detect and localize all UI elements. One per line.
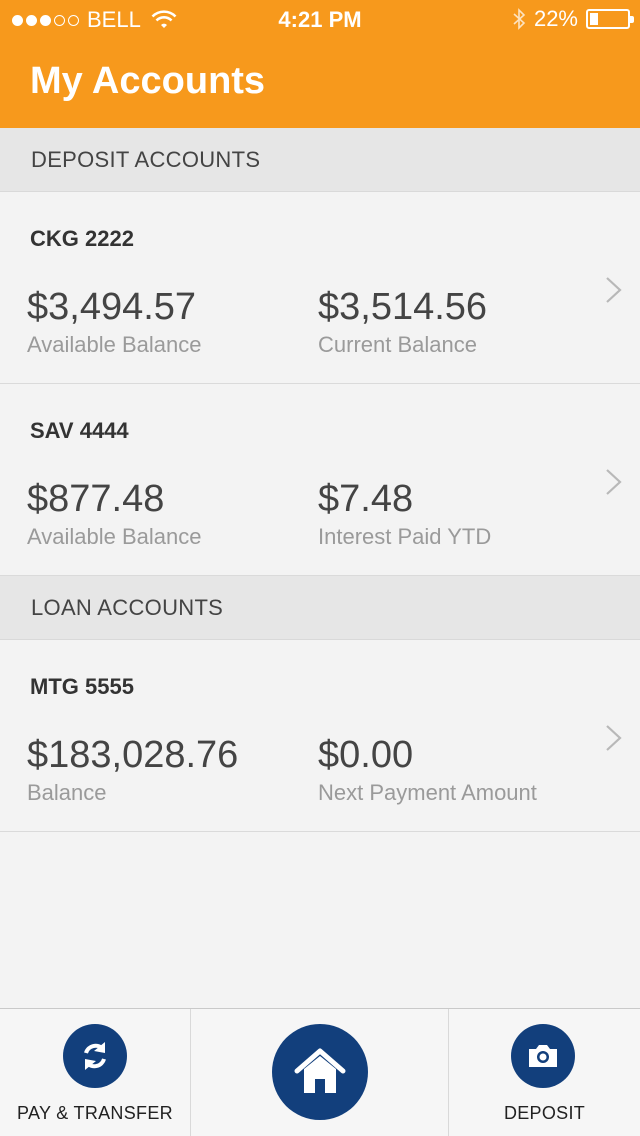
camera-icon xyxy=(511,1024,575,1088)
wifi-icon xyxy=(151,10,177,28)
tab-deposit[interactable]: DEPOSIT xyxy=(449,1009,640,1136)
bluetooth-icon xyxy=(513,8,526,30)
battery-percent: 22% xyxy=(533,6,578,31)
account-name: CKG 2222 xyxy=(30,226,134,251)
account-name: MTG 5555 xyxy=(30,674,134,699)
home-icon xyxy=(272,1024,368,1120)
battery-icon xyxy=(586,9,634,29)
interest-paid-label: Interest Paid YTD xyxy=(318,524,492,549)
interest-paid-value: $7.48 xyxy=(318,478,414,520)
status-bar: BELL 4:21 PM 22% xyxy=(0,0,640,40)
section-header-deposit: DEPOSIT ACCOUNTS xyxy=(0,128,640,192)
tab-pay-transfer[interactable]: PAY & TRANSFER xyxy=(0,1009,191,1136)
chevron-right-icon xyxy=(606,725,622,751)
available-balance-label: Available Balance xyxy=(27,332,202,357)
balance-label: Balance xyxy=(27,780,107,805)
next-payment-label: Next Payment Amount xyxy=(318,780,537,805)
signal-strength-icon xyxy=(12,14,79,26)
chevron-right-icon xyxy=(606,277,622,303)
next-payment-value: $0.00 xyxy=(318,734,414,776)
app-header: BELL 4:21 PM 22% My Accounts xyxy=(0,0,640,128)
carrier-name: BELL xyxy=(87,7,141,32)
account-row-sav[interactable]: SAV 4444 $877.48 Available Balance $7.48… xyxy=(0,384,640,576)
account-name: SAV 4444 xyxy=(30,418,129,443)
tab-pay-transfer-label: PAY & TRANSFER xyxy=(17,1103,173,1123)
chevron-right-icon xyxy=(606,469,622,495)
account-row-mtg[interactable]: MTG 5555 $183,028.76 Balance $0.00 Next … xyxy=(0,640,640,832)
available-balance-value: $3,494.57 xyxy=(27,286,197,328)
tab-deposit-label: DEPOSIT xyxy=(503,1103,586,1123)
section-header-loan: LOAN ACCOUNTS xyxy=(0,576,640,640)
balance-value: $183,028.76 xyxy=(27,734,239,776)
available-balance-value: $877.48 xyxy=(27,478,165,520)
available-balance-label: Available Balance xyxy=(27,524,202,549)
current-balance-value: $3,514.56 xyxy=(318,286,488,328)
tab-bar: PAY & TRANSFER DEPOSIT xyxy=(0,1008,640,1136)
tab-home[interactable] xyxy=(191,1009,449,1136)
refresh-icon xyxy=(63,1024,127,1088)
page-title: My Accounts xyxy=(30,60,266,102)
current-balance-label: Current Balance xyxy=(318,332,477,357)
account-row-ckg[interactable]: CKG 2222 $3,494.57 Available Balance $3,… xyxy=(0,192,640,384)
